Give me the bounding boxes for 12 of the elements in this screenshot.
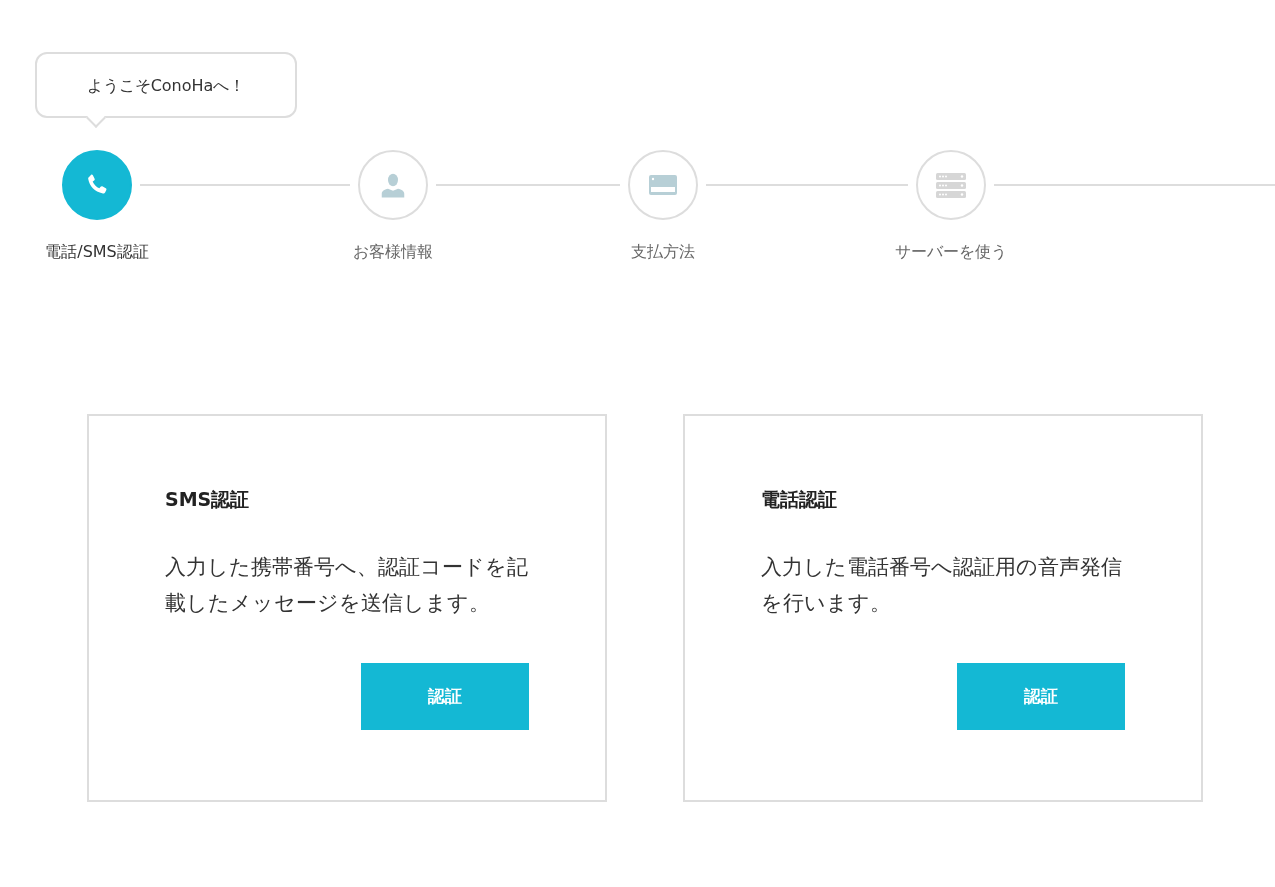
step-label: 電話/SMS認証 xyxy=(44,241,150,263)
credit-card-icon xyxy=(648,173,678,197)
panel-title: 電話認証 xyxy=(761,488,838,511)
step-label: お客様情報 xyxy=(352,241,434,263)
step-label: サーバーを使う xyxy=(894,241,1008,263)
panel-description: 入力した携帯番号へ、認証コードを記載したメッセージを送信します。 xyxy=(165,553,529,617)
server-icon xyxy=(935,170,967,200)
panel-title: SMS認証 xyxy=(165,488,251,511)
verify-button[interactable]: 認証 xyxy=(957,663,1125,730)
panel-description: 入力した電話番号へ認証用の音声発信を行います。 xyxy=(761,553,1123,617)
verify-button[interactable]: 認証 xyxy=(361,663,529,730)
step-label: 支払方法 xyxy=(630,241,696,263)
